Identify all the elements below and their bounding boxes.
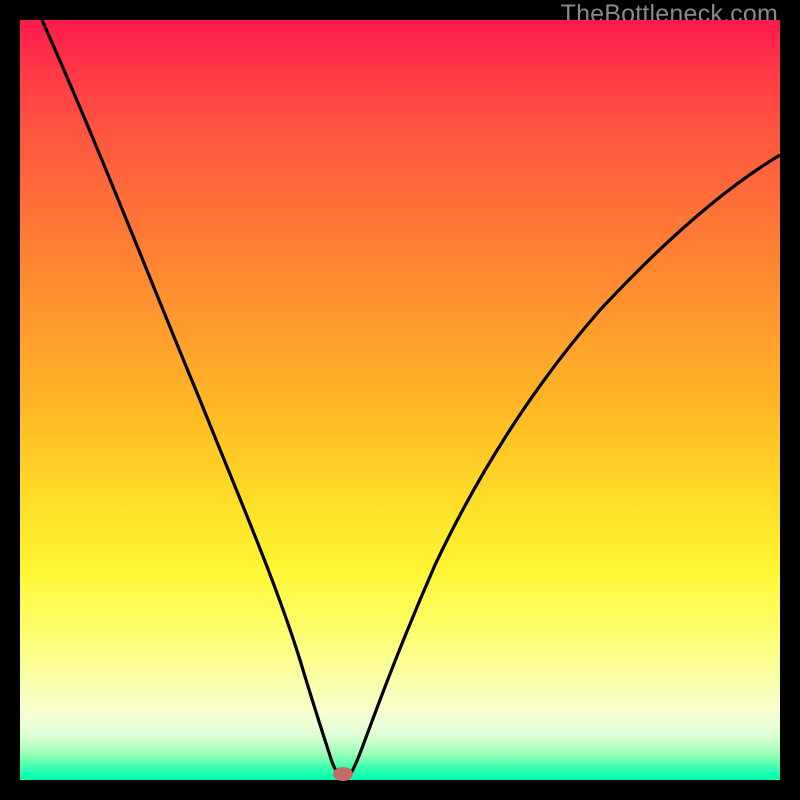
curve-layer (20, 20, 780, 780)
bottleneck-curve (42, 20, 780, 780)
chart-container: TheBottleneck.com (0, 0, 800, 800)
plot-area (20, 20, 780, 780)
optimal-marker (333, 767, 353, 781)
